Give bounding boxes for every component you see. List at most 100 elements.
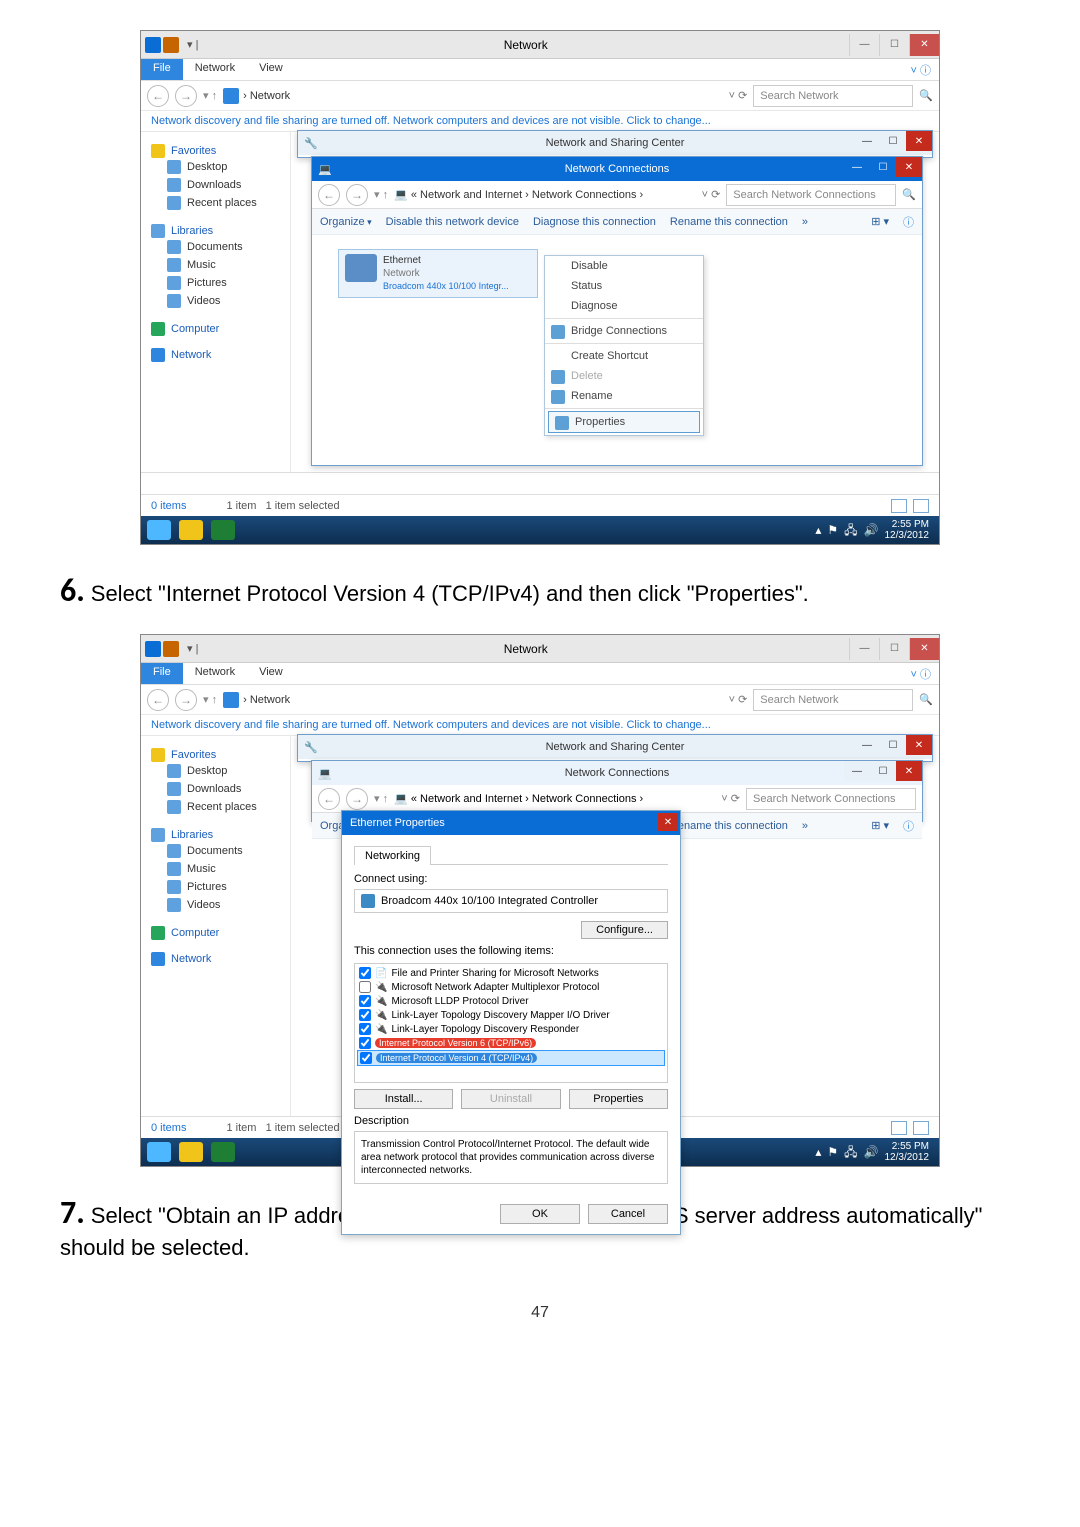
dialog-close-button[interactable]: ✕ bbox=[658, 813, 678, 831]
min-button[interactable]: — bbox=[854, 131, 880, 151]
sidebar-libraries[interactable]: Libraries bbox=[171, 225, 213, 237]
close-button[interactable]: ✕ bbox=[896, 157, 922, 177]
sidebar-item-videos[interactable]: Videos bbox=[151, 292, 280, 310]
sound-icon[interactable]: 🔊 bbox=[864, 525, 879, 536]
refresh-icon[interactable]: ˅ ⟳ bbox=[729, 89, 748, 102]
forward-button[interactable]: → bbox=[175, 85, 197, 107]
ctx-shortcut[interactable]: Create Shortcut bbox=[545, 346, 703, 366]
breadcrumb[interactable]: › Network bbox=[243, 694, 290, 706]
forward-button[interactable]: → bbox=[346, 184, 368, 206]
menu-file[interactable]: File bbox=[141, 59, 183, 80]
taskbar-app-icon[interactable] bbox=[211, 520, 235, 540]
ethernet-adapter[interactable]: Ethernet Network Broadcom 440x 10/100 In… bbox=[338, 249, 538, 298]
dialog-title: Ethernet Properties bbox=[350, 817, 445, 829]
outer-statusbar bbox=[141, 472, 939, 494]
sidebar-favorites[interactable]: Favorites bbox=[171, 145, 216, 157]
pictures-icon bbox=[167, 276, 181, 290]
protocol-list[interactable]: 📄File and Printer Sharing for Microsoft … bbox=[354, 963, 668, 1083]
back-button[interactable]: ← bbox=[147, 85, 169, 107]
app-icon-2 bbox=[163, 37, 179, 53]
separator bbox=[545, 343, 703, 344]
refresh-icon[interactable]: ˅ ⟳ bbox=[729, 693, 748, 706]
diagnose-button[interactable]: Diagnose this connection bbox=[533, 216, 656, 228]
view-dropdown[interactable]: ⊞ ▾ bbox=[871, 215, 889, 228]
uninstall-button[interactable]: Uninstall bbox=[461, 1089, 560, 1109]
properties-button[interactable]: Properties bbox=[569, 1089, 668, 1109]
install-button[interactable]: Install... bbox=[354, 1089, 453, 1109]
close-button[interactable]: ✕ bbox=[909, 34, 939, 56]
separator bbox=[545, 408, 703, 409]
help-button[interactable]: ⓘ bbox=[903, 214, 914, 230]
screenshot-2: ▾ | Network — ☐ ✕ File Network View ˅ ⓘ … bbox=[140, 634, 940, 1167]
sidebar-item-desktop[interactable]: Desktop bbox=[151, 158, 280, 176]
cancel-button[interactable]: Cancel bbox=[588, 1204, 668, 1224]
organize-menu[interactable]: Organize bbox=[320, 216, 372, 228]
help-icon[interactable]: ˅ ⓘ bbox=[903, 59, 939, 80]
network-tray-icon[interactable]: 🖧 bbox=[844, 525, 857, 536]
sidebar-item-documents[interactable]: Documents bbox=[151, 238, 280, 256]
back-button[interactable]: ← bbox=[147, 689, 169, 711]
computer-icon bbox=[151, 322, 165, 336]
sidebar-item-music[interactable]: Music bbox=[151, 256, 280, 274]
help-icon[interactable]: ˅ ⓘ bbox=[903, 663, 939, 684]
search-input[interactable]: Search Network bbox=[753, 85, 913, 107]
breadcrumb[interactable]: › Network bbox=[243, 90, 290, 102]
clock[interactable]: 2:55 PM12/3/2012 bbox=[885, 519, 930, 541]
adapter-name: Broadcom 440x 10/100 Integrated Controll… bbox=[381, 895, 598, 907]
flag-icon[interactable]: ⚑ bbox=[827, 525, 838, 536]
menu-view[interactable]: View bbox=[247, 663, 295, 684]
conn-toolbar: Organize Disable this network device Dia… bbox=[312, 209, 922, 235]
menu-view[interactable]: View bbox=[247, 59, 295, 80]
conn-search-input[interactable]: Search Network Connections bbox=[726, 184, 896, 206]
explorer-icon[interactable] bbox=[179, 520, 203, 540]
ctx-diagnose[interactable]: Diagnose bbox=[545, 296, 703, 316]
info-bar[interactable]: Network discovery and file sharing are t… bbox=[141, 111, 939, 132]
conn-breadcrumb[interactable]: 💻 « Network and Internet › Network Conne… bbox=[394, 188, 696, 201]
star-icon bbox=[151, 144, 165, 158]
min-button[interactable]: — bbox=[844, 157, 870, 177]
sidebar-item-downloads[interactable]: Downloads bbox=[151, 176, 280, 194]
ipv4-item[interactable]: Internet Protocol Version 4 (TCP/IPv4) bbox=[357, 1050, 665, 1066]
menu-network[interactable]: Network bbox=[183, 59, 247, 80]
configure-button[interactable]: Configure... bbox=[581, 921, 668, 939]
info-bar[interactable]: Network discovery and file sharing are t… bbox=[141, 715, 939, 736]
ctx-rename[interactable]: Rename bbox=[545, 386, 703, 406]
minimize-button[interactable]: — bbox=[849, 34, 879, 56]
maximize-button[interactable]: ☐ bbox=[879, 34, 909, 56]
more-button[interactable]: » bbox=[802, 216, 808, 228]
icons-view-icon[interactable] bbox=[913, 499, 929, 513]
music-icon bbox=[167, 258, 181, 272]
back-button[interactable]: ← bbox=[318, 184, 340, 206]
networking-tab[interactable]: Networking bbox=[354, 846, 431, 865]
network-icon bbox=[151, 348, 165, 362]
ie-icon[interactable] bbox=[147, 520, 171, 540]
connect-using-label: Connect using: bbox=[354, 873, 668, 885]
sidebar-item-recent[interactable]: Recent places bbox=[151, 194, 280, 212]
max-button[interactable]: ☐ bbox=[880, 131, 906, 151]
adapter-device: Broadcom 440x 10/100 Integr... bbox=[383, 280, 509, 293]
ctx-delete: Delete bbox=[545, 366, 703, 386]
minimize-button[interactable]: — bbox=[849, 638, 879, 660]
ctx-status[interactable]: Status bbox=[545, 276, 703, 296]
menu-network[interactable]: Network bbox=[183, 663, 247, 684]
ok-button[interactable]: OK bbox=[500, 1204, 580, 1224]
rename-button[interactable]: Rename this connection bbox=[670, 216, 788, 228]
ctx-bridge[interactable]: Bridge Connections bbox=[545, 321, 703, 341]
ctx-disable[interactable]: Disable bbox=[545, 256, 703, 276]
details-view-icon[interactable] bbox=[891, 499, 907, 513]
sidebar-network[interactable]: Network bbox=[171, 349, 211, 361]
ctx-properties[interactable]: Properties bbox=[548, 411, 700, 433]
disable-button[interactable]: Disable this network device bbox=[386, 216, 519, 228]
max-button[interactable]: ☐ bbox=[870, 157, 896, 177]
recent-icon bbox=[167, 196, 181, 210]
adapter-network: Network bbox=[383, 267, 509, 280]
maximize-button[interactable]: ☐ bbox=[879, 638, 909, 660]
close-button[interactable]: ✕ bbox=[906, 131, 932, 151]
forward-button[interactable]: → bbox=[175, 689, 197, 711]
menu-file[interactable]: File bbox=[141, 663, 183, 684]
search-input[interactable]: Search Network bbox=[753, 689, 913, 711]
sidebar-computer[interactable]: Computer bbox=[171, 323, 219, 335]
close-button[interactable]: ✕ bbox=[909, 638, 939, 660]
tray-up-icon[interactable]: ▴ bbox=[815, 525, 821, 536]
sidebar-item-pictures[interactable]: Pictures bbox=[151, 274, 280, 292]
